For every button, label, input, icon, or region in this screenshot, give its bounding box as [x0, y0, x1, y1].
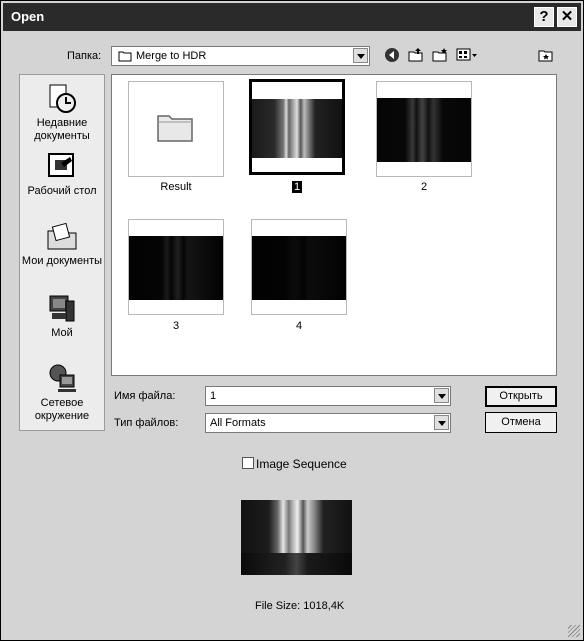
image-thumbnail	[252, 99, 342, 158]
lookin-dropdown[interactable]: Merge to HDR	[111, 46, 370, 66]
recent-documents-icon	[20, 83, 104, 115]
lookin-value: Merge to HDR	[136, 50, 207, 62]
resize-grip-icon[interactable]	[568, 625, 580, 637]
places-my-computer[interactable]: Мой	[20, 293, 104, 340]
places-desktop-label: Рабочий стол	[27, 185, 97, 197]
places-network-label: Сетевое окружение	[34, 397, 90, 422]
back-icon[interactable]	[384, 47, 400, 66]
chevron-down-icon[interactable]	[434, 415, 449, 430]
close-button[interactable]: ✕	[557, 7, 577, 27]
file-name: 2	[420, 181, 428, 193]
folder-icon	[118, 50, 132, 65]
favorites-folder-icon[interactable]	[538, 47, 554, 66]
view-menu-icon[interactable]	[456, 47, 478, 66]
dialog-title: Open	[11, 9, 45, 24]
new-folder-icon[interactable]	[432, 47, 448, 66]
open-dialog: Open ? ✕ Папка: Merge to HDR Недавние до…	[0, 0, 584, 641]
places-my-documents-label: Мои документы	[21, 255, 103, 267]
up-folder-icon[interactable]	[408, 47, 424, 66]
lookin-label: Папка:	[67, 50, 102, 62]
file-name: 3	[172, 320, 180, 332]
filename-value: 1	[210, 390, 217, 402]
open-button[interactable]: Открыть	[485, 386, 557, 407]
file-item-result[interactable]	[128, 81, 224, 177]
file-name-selected: 1	[249, 181, 345, 193]
title-bar[interactable]: Open ? ✕	[3, 3, 581, 31]
image-thumbnail	[252, 236, 346, 300]
places-bar: Недавние документы Рабочий стол Мои доку…	[19, 74, 105, 431]
file-item-3[interactable]	[128, 219, 224, 315]
places-recent-label: Недавние документы	[34, 117, 90, 142]
places-desktop[interactable]: Рабочий стол	[20, 151, 104, 198]
help-button[interactable]: ?	[534, 7, 554, 27]
file-size-text: File Size: 1018,4K	[255, 600, 345, 612]
network-icon	[20, 363, 104, 395]
file-name: 1	[291, 181, 303, 193]
image-thumbnail	[377, 98, 471, 162]
filename-input[interactable]: 1	[205, 386, 451, 406]
file-item-4[interactable]	[251, 219, 347, 315]
cancel-button[interactable]: Отмена	[485, 412, 557, 433]
image-sequence-label[interactable]: Image Sequence	[256, 457, 347, 471]
file-name: 4	[295, 320, 303, 332]
file-item-1[interactable]	[249, 79, 345, 175]
places-network[interactable]: Сетевое окружение	[20, 363, 104, 423]
image-sequence-checkbox[interactable]	[242, 457, 254, 469]
image-preview	[241, 500, 352, 575]
image-thumbnail	[129, 236, 223, 300]
file-list[interactable]: Result 1 2 3 4	[111, 74, 557, 376]
file-name: Result	[160, 181, 192, 193]
places-recent[interactable]: Недавние документы	[20, 83, 104, 143]
filetype-dropdown[interactable]: All Formats	[205, 413, 451, 433]
my-documents-icon	[20, 221, 104, 253]
filetype-label: Тип файлов:	[114, 417, 179, 429]
places-my-documents[interactable]: Мои документы	[20, 221, 104, 268]
filename-label: Имя файла:	[114, 390, 176, 402]
desktop-icon	[20, 151, 104, 183]
chevron-down-icon[interactable]	[353, 48, 368, 63]
chevron-down-icon[interactable]	[434, 388, 449, 403]
places-my-computer-label: Мой	[51, 327, 73, 339]
my-computer-icon	[20, 293, 104, 325]
filetype-value: All Formats	[210, 417, 266, 429]
file-item-2[interactable]	[376, 81, 472, 177]
